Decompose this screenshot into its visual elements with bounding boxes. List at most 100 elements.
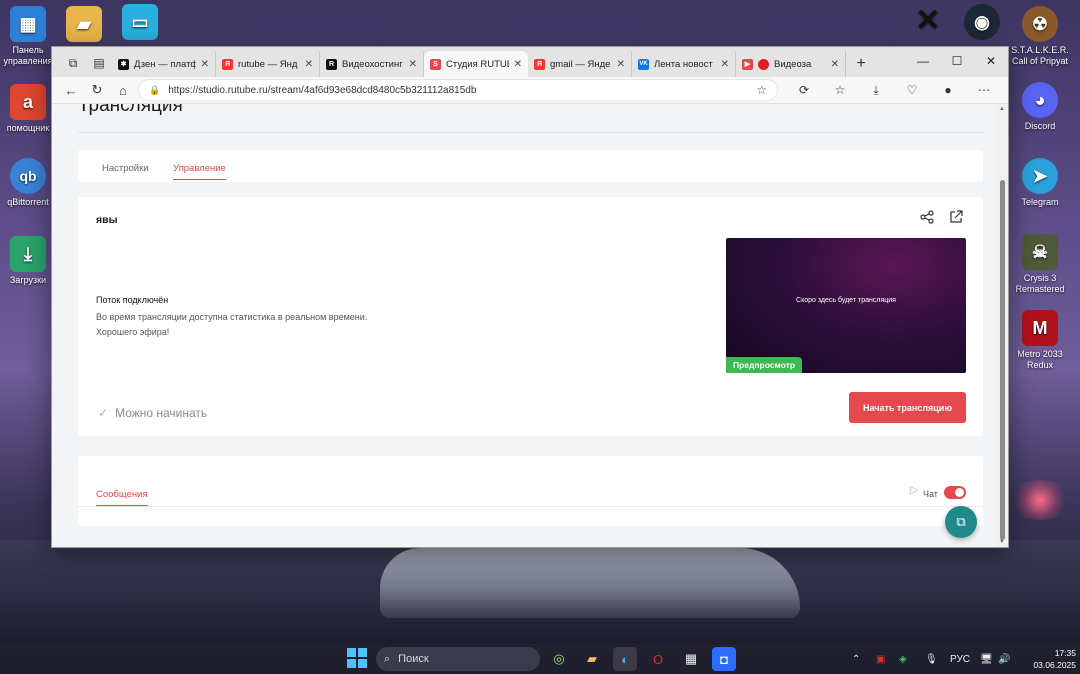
steam-icon: ◉ <box>964 4 1000 40</box>
tab-messages[interactable]: Сообщения <box>96 489 148 506</box>
tray-expand-icon[interactable]: ⌃ <box>852 644 860 674</box>
recording-icon <box>758 58 769 70</box>
status-line: Хорошего эфира! <box>96 327 170 337</box>
rutube-favicon-icon: R <box>326 58 337 70</box>
ready-text: Можно начинать <box>115 406 208 420</box>
scroll-down-icon[interactable]: ▼ <box>999 539 1005 545</box>
downloads-icon: ⤓ <box>10 236 46 272</box>
taskbar-opera-icon[interactable]: O <box>646 647 670 671</box>
chat-toggle-label: Чат <box>923 489 938 499</box>
minimize-icon[interactable]: — <box>906 47 940 75</box>
more-menu-icon[interactable]: ⋯ <box>968 79 1000 101</box>
browser-tab-studio-rutube[interactable]: S Студия RUTUBE ✕ <box>424 51 528 77</box>
workspaces-icon[interactable]: ⧉ <box>60 49 86 77</box>
close-tab-icon[interactable]: ✕ <box>721 59 729 70</box>
preview-placeholder-text: Скоро здесь будет трансляция <box>796 297 896 304</box>
preview-badge: Предпросмотр <box>726 357 803 373</box>
browser-tab-vk[interactable]: VK Лента новост ✕ <box>632 51 736 77</box>
check-icon: ✓ <box>98 406 109 420</box>
desktop-icon-telegram[interactable]: ➤ Telegram <box>1008 158 1072 208</box>
open-external-icon[interactable] <box>949 210 963 224</box>
taskbar-app-chromium-icon[interactable]: ◎ <box>547 647 571 671</box>
close-tab-icon[interactable]: ✕ <box>831 59 839 70</box>
chat-toggle[interactable] <box>944 486 966 499</box>
browser-tab-yandex-rutube[interactable]: Я rutube — Янд ✕ <box>216 51 320 77</box>
taskbar-store-icon[interactable]: ▦ <box>679 647 703 671</box>
page-tabs: Настройки Управление <box>78 150 983 182</box>
studio-favicon-icon: S <box>430 58 441 70</box>
network-icon[interactable]: 🖥 <box>980 644 993 674</box>
stream-preview[interactable]: Скоро здесь будет трансляция Предпросмот… <box>726 238 966 373</box>
browser-tab-video[interactable]: ▶ Видеоза ✕ <box>736 51 846 77</box>
close-tab-icon[interactable]: ✕ <box>305 59 313 70</box>
page-scrollbar[interactable]: ▲ ▼ <box>997 104 1008 547</box>
clock[interactable]: 17:35 03.06.2025 <box>1020 647 1076 671</box>
microphone-icon[interactable]: 🎙 <box>925 644 938 674</box>
divider <box>78 132 983 133</box>
language-indicator[interactable]: РУС <box>950 644 970 674</box>
ready-status: ✓ Можно начинать <box>98 406 207 420</box>
browser-tab-dzen[interactable]: ✱ Дзен — платф ✕ <box>112 51 216 77</box>
tray-security-icon[interactable]: ◈ <box>899 644 907 674</box>
start-stream-button[interactable]: Начать трансляцию <box>849 392 966 423</box>
browser-tab-videohosting[interactable]: R Видеохостинг ✕ <box>320 51 424 77</box>
desktop-icon-crysis[interactable]: ☠ Crysis 3 Remastered <box>1008 234 1072 295</box>
taskbar-search[interactable]: ⌕ Поиск <box>376 647 540 671</box>
lock-icon: 🔒 <box>149 84 161 95</box>
desktop-icon-folder[interactable]: ▰ <box>52 6 116 45</box>
desktop-icon-stalker[interactable]: ☢ S.T.A.L.K.E.R. Call of Pripyat <box>1008 6 1072 67</box>
metro-icon: M <box>1022 310 1058 346</box>
taskbar-app-icon[interactable]: ◘ <box>712 647 736 671</box>
close-window-icon[interactable]: ✕ <box>974 47 1008 75</box>
share-icon[interactable] <box>920 210 934 224</box>
start-button[interactable] <box>347 648 367 668</box>
extensions-icon[interactable]: ⟳ <box>788 79 820 101</box>
divider <box>78 506 983 507</box>
time: 17:35 <box>1054 648 1076 658</box>
close-tab-icon[interactable]: ✕ <box>409 59 417 70</box>
monitor-icon: ▭ <box>122 4 158 40</box>
taskbar-explorer-icon[interactable]: ▰ <box>580 647 604 671</box>
tab-control[interactable]: Управление <box>173 163 226 180</box>
status-line: Во время трансляции доступна статистика … <box>96 312 368 322</box>
scroll-up-icon[interactable]: ▲ <box>999 106 1005 112</box>
desktop-icon-steam[interactable]: ◉ <box>950 4 1014 43</box>
new-tab-button[interactable]: + <box>846 51 876 77</box>
favorite-star-icon[interactable]: ☆ <box>756 83 767 97</box>
vk-favicon-icon: VK <box>638 58 649 70</box>
wallpaper-light <box>1010 480 1070 520</box>
close-tab-icon[interactable]: ✕ <box>514 59 522 70</box>
taskbar-edge-icon[interactable]: ◐ <box>613 647 637 671</box>
stream-card: явы Поток подключён Во время трансляции … <box>78 197 983 436</box>
profile-icon[interactable]: ● <box>932 79 964 101</box>
desktop-icon-discord[interactable]: ◕ Discord <box>1008 82 1072 132</box>
support-chat-icon[interactable]: ⧉ <box>945 506 977 538</box>
tab-settings[interactable]: Настройки <box>102 163 149 174</box>
maximize-icon[interactable]: ☐ <box>940 47 974 75</box>
page-content: Трансляция Настройки Управление явы Пото… <box>52 104 998 547</box>
downloads-icon[interactable]: ⤓ <box>860 79 892 101</box>
desktop-icon-metro[interactable]: M Metro 2033 Redux <box>1008 310 1072 371</box>
close-tab-icon[interactable]: ✕ <box>617 59 625 70</box>
scrollbar-thumb[interactable] <box>1000 180 1005 540</box>
browser-essentials-icon[interactable]: ♡ <box>896 79 928 101</box>
url-field[interactable]: 🔒 https://studio.rutube.ru/stream/4af6d9… <box>138 79 778 101</box>
volume-icon[interactable]: 🔊 <box>998 644 1010 674</box>
windows-logo-icon <box>347 648 356 657</box>
home-icon[interactable]: ⌂ <box>112 79 134 101</box>
reload-icon[interactable]: ↻ <box>86 79 108 101</box>
collections-icon[interactable]: ☆ <box>824 79 856 101</box>
back-icon[interactable]: ← <box>60 79 82 101</box>
crysis-icon: ☠ <box>1022 234 1058 270</box>
browser-tab-yandex-gmail[interactable]: Я gmail — Янде ✕ <box>528 51 632 77</box>
close-tab-icon[interactable]: ✕ <box>201 59 209 70</box>
tab-actions-icon[interactable]: ▤ <box>86 49 112 77</box>
window-controls: — ☐ ✕ <box>906 47 1008 75</box>
stream-name: явы <box>96 214 118 226</box>
desktop-icon-monitor[interactable]: ▭ <box>108 4 172 43</box>
address-bar-row: ← ↻ ⌂ 🔒 https://studio.rutube.ru/stream/… <box>52 77 1008 104</box>
tray-app-icon[interactable]: ▣ <box>876 644 885 674</box>
tools-icon: ✕ <box>915 3 941 37</box>
discord-icon: ◕ <box>1022 82 1058 118</box>
stalker-icon: ☢ <box>1022 6 1058 42</box>
